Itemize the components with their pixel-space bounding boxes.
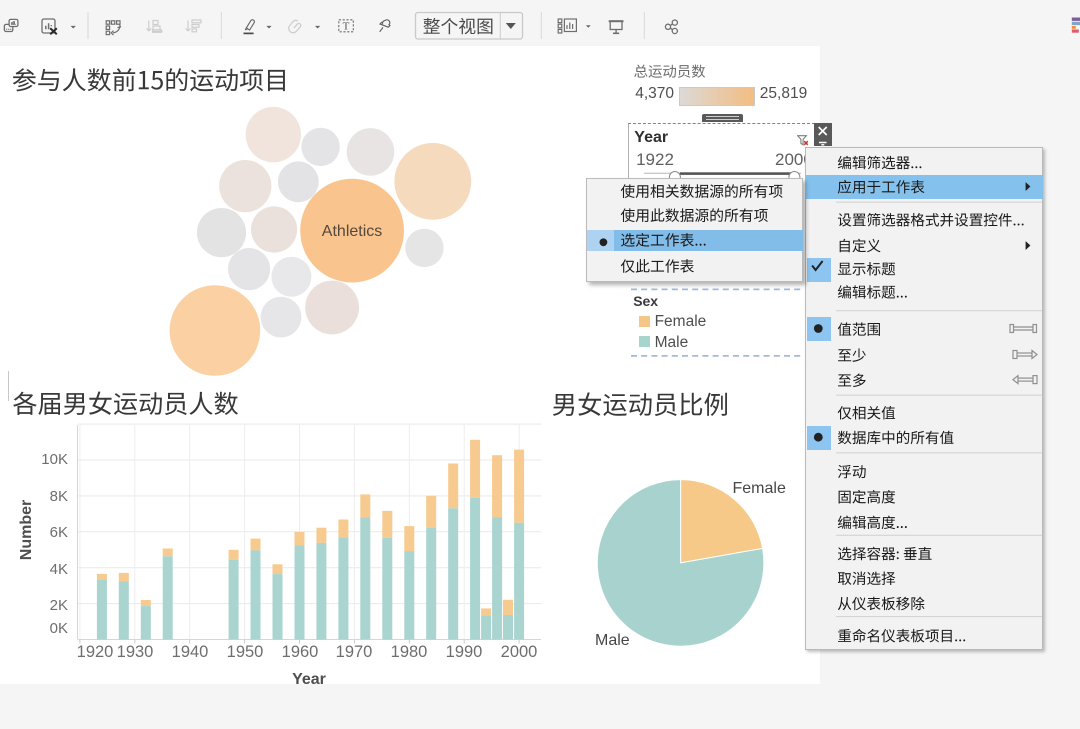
svg-text:T: T xyxy=(343,21,350,33)
